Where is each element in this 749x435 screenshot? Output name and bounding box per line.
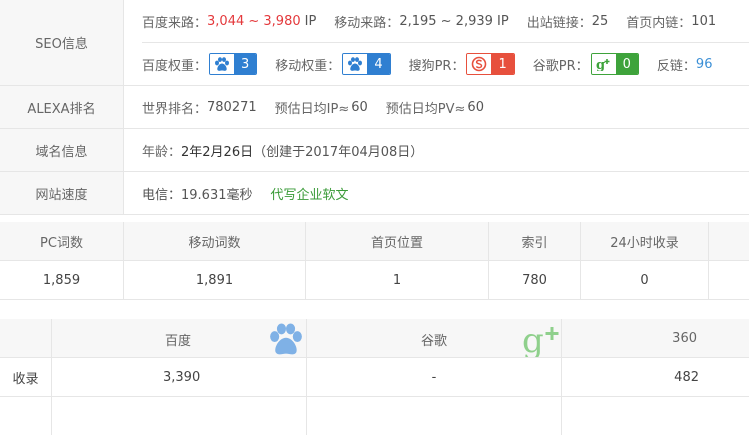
site-info-panel: SEO信息 百度来路： 3,044 ~ 3,980 IP 移动来路： 2,195… (0, 0, 749, 402)
baidu-weight-value: 3 (234, 54, 256, 74)
speed-row: 网站速度 电信：19.631毫秒 代写企业软文 (0, 172, 749, 215)
backlinks-label: 反链： (657, 55, 696, 74)
header-mobile-words: 移动词数 (124, 222, 306, 261)
paw-icon (210, 54, 234, 74)
age-label: 年龄： (142, 141, 181, 160)
seo-label: SEO信息 (0, 0, 124, 86)
mobile-words-value[interactable]: 1,891 (124, 261, 306, 300)
mobile-weight-label: 移动权重： (275, 55, 340, 74)
est-ip-label: 预估日均IP≈ (275, 98, 350, 117)
paw-icon (343, 54, 367, 74)
paw-icon (266, 323, 306, 361)
baidu-traffic-unit: IP (305, 14, 317, 29)
ad-link[interactable]: 代写企业软文 (271, 184, 349, 203)
header-blank (0, 319, 52, 358)
outbound-links-label: 出站链接： (527, 12, 592, 31)
age-value: 2年2月26日 (181, 141, 253, 160)
domain-row: 域名信息 年龄： 2年2月26日 （创建于2017年04月08日） (0, 129, 749, 172)
sogou-s-icon (467, 54, 491, 74)
header-24h-index: 24小时收录 (581, 222, 709, 261)
header-index: 索引 (489, 222, 581, 261)
header-google: 谷歌 (421, 330, 447, 349)
sogou-pr-badge[interactable]: 1 (466, 53, 514, 75)
engine-index-row: 收录 3,390 - 482 (0, 358, 749, 397)
header-baidu: 百度 (165, 330, 191, 349)
est-pv-value: 60 (467, 100, 484, 115)
header-home-position: 首页位置 (306, 222, 489, 261)
word-count-values: 1,859 1,891 1 780 0 (0, 261, 749, 300)
seo-row: SEO信息 百度来路： 3,044 ~ 3,980 IP 移动来路： 2,195… (0, 0, 749, 86)
home-position-value: 1 (306, 261, 489, 300)
google-pr-value: 0 (616, 54, 638, 74)
backlinks-value[interactable]: 96 (696, 57, 713, 72)
sogou-pr-label: 搜狗PR： (409, 55, 465, 74)
google-indexed-value[interactable]: - (307, 358, 562, 397)
header-pc-words: PC词数 (0, 222, 124, 261)
world-rank-value: 780271 (207, 100, 257, 115)
est-pv-label: 预估日均PV≈ (386, 98, 466, 117)
360-indexed-value[interactable]: 482 (562, 358, 749, 397)
mobile-weight-value: 4 (367, 54, 389, 74)
sogou-pr-value: 1 (491, 54, 513, 74)
seo-info-table: SEO信息 百度来路： 3,044 ~ 3,980 IP 移动来路： 2,195… (0, 0, 749, 215)
google-plus-icon: g (592, 54, 616, 74)
homepage-links-label: 首页内链： (626, 12, 691, 31)
alexa-row: ALEXA排名 世界排名： 780271 预估日均IP≈ 60 预估日均PV≈ … (0, 86, 749, 129)
outbound-links-value[interactable]: 25 (592, 14, 609, 29)
google-pr-badge[interactable]: g 0 (591, 53, 639, 75)
seo-weight-line: 百度权重： 3 移动权重： 4 (142, 43, 749, 85)
baidu-weight-label: 百度权重： (142, 55, 207, 74)
engine-index-header: 百度 谷歌 g 360 (0, 319, 749, 358)
telecom-speed: 电信：19.631毫秒 (142, 184, 253, 203)
engine-index-row-extra (0, 397, 749, 435)
google-plus-icon: g (522, 323, 562, 361)
svg-text:g: g (522, 323, 544, 357)
est-ip-value: 60 (351, 100, 368, 115)
mobile-weight-badge[interactable]: 4 (342, 53, 390, 75)
alexa-label: ALEXA排名 (0, 86, 124, 129)
baidu-traffic-label: 百度来路： (142, 12, 207, 31)
mobile-traffic-label: 移动来路： (334, 12, 399, 31)
created-date: （创建于2017年04月08日） (253, 141, 423, 160)
word-count-header: PC词数 移动词数 首页位置 索引 24小时收录 (0, 222, 749, 261)
engine-index-table: 百度 谷歌 g 360 收录 3,390 - 482 (0, 319, 749, 435)
word-count-table: PC词数 移动词数 首页位置 索引 24小时收录 1,859 1,891 1 7… (0, 222, 749, 300)
mobile-traffic-value: 2,195 ~ 2,939 IP (399, 14, 508, 29)
24h-index-value: 0 (581, 261, 709, 300)
index-value: 780 (489, 261, 581, 300)
pc-words-value[interactable]: 1,859 (0, 261, 124, 300)
header-empty (709, 222, 749, 261)
baidu-indexed-value[interactable]: 3,390 (52, 358, 307, 397)
seo-traffic-line: 百度来路： 3,044 ~ 3,980 IP 移动来路： 2,195 ~ 2,9… (142, 0, 749, 43)
homepage-links-value[interactable]: 101 (691, 14, 716, 29)
baidu-traffic-value: 3,044 ~ 3,980 (207, 14, 301, 29)
google-pr-label: 谷歌PR： (533, 55, 589, 74)
header-360: 360 (562, 319, 749, 358)
domain-label: 域名信息 (0, 129, 124, 172)
speed-label: 网站速度 (0, 172, 124, 215)
row-label-indexed: 收录 (0, 358, 52, 397)
svg-text:g: g (596, 58, 605, 71)
empty-value (709, 261, 749, 300)
world-rank-label: 世界排名： (142, 98, 207, 117)
baidu-weight-badge[interactable]: 3 (209, 53, 257, 75)
